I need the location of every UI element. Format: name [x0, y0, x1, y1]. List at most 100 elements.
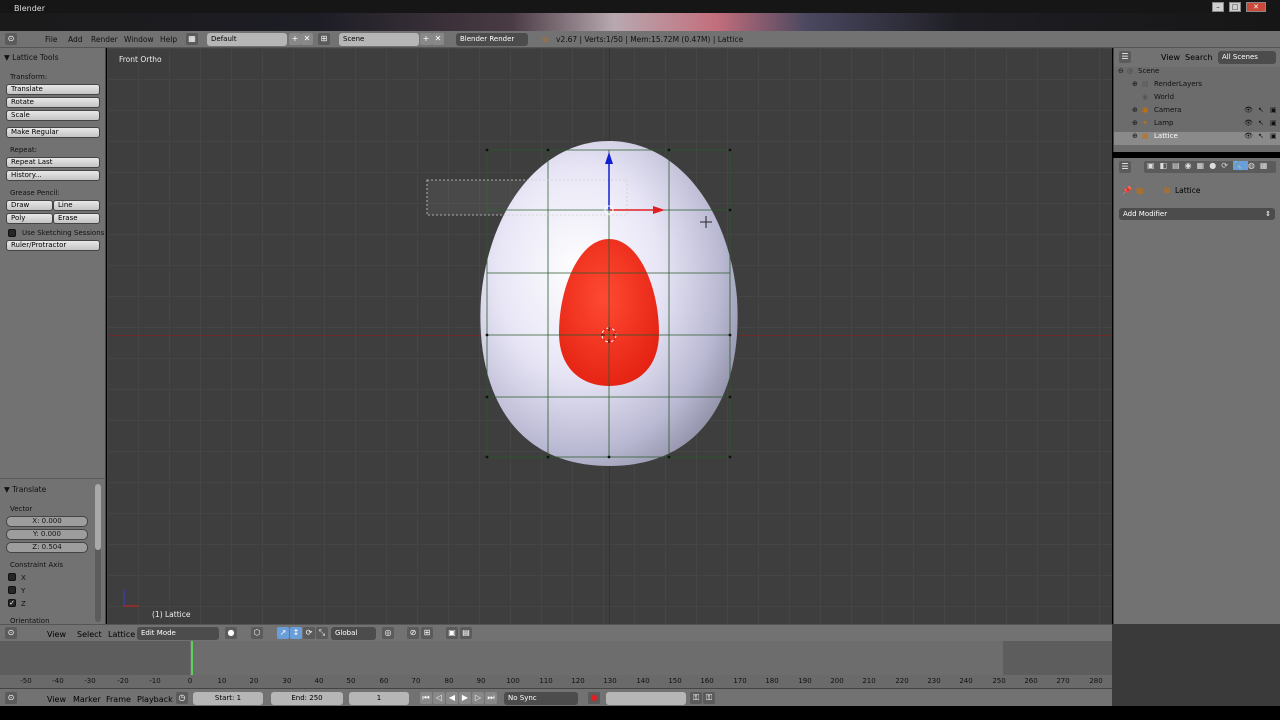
outliner-row-camera[interactable]: ⊕ ▣ Camera 👁 ↖ ▣	[1114, 106, 1280, 119]
cursor-select-icon[interactable]: ↖	[1258, 132, 1264, 140]
grease-poly-button[interactable]: Poly	[6, 213, 53, 224]
view-menu[interactable]: View	[47, 630, 66, 639]
snap-toggle-icon[interactable]: ⊘	[407, 627, 419, 639]
scale-button[interactable]: Scale	[6, 110, 100, 121]
play-reverse-icon[interactable]: ◀	[446, 692, 458, 704]
editor-type-icon[interactable]: ⊙	[5, 33, 17, 45]
delete-keyframe-icon[interactable]: ⚿	[703, 692, 715, 704]
grease-draw-button[interactable]: Draw	[6, 200, 53, 211]
tools-panel-header[interactable]: ▼ Lattice Tools	[4, 53, 59, 62]
outliner-editor-icon[interactable]: ☰	[1119, 51, 1131, 63]
timeline-view-menu[interactable]: View	[47, 695, 66, 704]
jump-start-icon[interactable]: ⏮	[420, 692, 432, 704]
frame-menu[interactable]: Frame	[106, 695, 131, 704]
menu-add[interactable]: Add	[68, 35, 83, 44]
scene-icon[interactable]: ⊞	[318, 33, 330, 45]
3d-viewport[interactable]: Front Ortho (1) Lattice	[107, 48, 1112, 624]
translate-button[interactable]: Translate	[6, 84, 100, 95]
view-editor-icon[interactable]: ⊙	[5, 627, 17, 639]
marker-menu[interactable]: Marker	[73, 695, 101, 704]
modifier-tab-icon[interactable]: 🔧	[1232, 161, 1248, 170]
select-menu[interactable]: Select	[77, 630, 102, 639]
render-icon[interactable]: ▣	[1270, 132, 1277, 140]
pivot-icon[interactable]: ⬡	[251, 627, 263, 639]
outliner-filter-select[interactable]: All Scenes	[1218, 51, 1276, 64]
render-icon[interactable]: ▣	[1270, 106, 1277, 114]
delete-screen-icon[interactable]: ✕	[301, 33, 313, 45]
manipulator-toggle-icon[interactable]: ↗	[277, 627, 289, 639]
cursor-select-icon[interactable]: ↖	[1258, 119, 1264, 127]
jump-keyframe-back-icon[interactable]: ◁	[433, 692, 445, 704]
history-button[interactable]: History...	[6, 170, 100, 181]
eye-icon[interactable]: 👁	[1244, 119, 1253, 127]
properties-editor-icon[interactable]: ☰	[1119, 161, 1131, 173]
snap-element-icon[interactable]: ⊞	[421, 627, 433, 639]
outliner-row-scene[interactable]: ⊖ ◎ Scene	[1114, 67, 1280, 80]
constraint-x-checkbox[interactable]	[8, 573, 16, 581]
end-frame-field[interactable]: End: 250	[271, 692, 343, 705]
render-preview-icon[interactable]: ▣	[446, 627, 458, 639]
menu-file[interactable]: File	[45, 35, 58, 44]
outliner-row-lattice[interactable]: ⊕ ▦ Lattice 👁 ↖ ▣	[1114, 132, 1280, 145]
constraint-z-checkbox[interactable]: ✓	[8, 599, 16, 607]
rotate-button[interactable]: Rotate	[6, 97, 100, 108]
screen-select[interactable]: Default	[207, 33, 287, 46]
maximize-button[interactable]: □	[1229, 2, 1241, 12]
screen-layout-icon[interactable]: ▦	[186, 33, 198, 45]
keying-set-field[interactable]	[606, 692, 686, 705]
outliner-row-lamp[interactable]: ⊕ ✦ Lamp 👁 ↖ ▣	[1114, 119, 1280, 132]
ruler-button[interactable]: Ruler/Protractor	[6, 240, 100, 251]
render-engine-select[interactable]: Blender Render	[456, 33, 528, 46]
repeat-last-button[interactable]: Repeat Last	[6, 157, 100, 168]
jump-end-icon[interactable]: ⏭	[485, 692, 497, 704]
add-screen-icon[interactable]: +	[289, 33, 301, 45]
playback-menu[interactable]: Playback	[137, 695, 173, 704]
render-icon[interactable]: ▣	[1270, 119, 1277, 127]
outliner-row-world[interactable]: ◉ World	[1114, 93, 1280, 106]
mode-select[interactable]: Edit Mode	[137, 627, 219, 640]
timeline-editor-icon[interactable]: ⊙	[5, 692, 17, 704]
make-regular-button[interactable]: Make Regular	[6, 127, 100, 138]
rotate-manipulator-icon[interactable]: ⟳	[303, 627, 315, 639]
timeline[interactable]: -50 -40 -30 -20 -10 0 10 20 30 40 50 60 …	[0, 641, 1112, 688]
scrollbar-thumb[interactable]	[95, 484, 101, 550]
play-icon[interactable]: ▶	[459, 692, 471, 704]
translate-manipulator-icon[interactable]: ↕	[290, 627, 302, 639]
add-modifier-dropdown[interactable]: Add Modifier ⇕	[1119, 208, 1275, 220]
sync-select[interactable]: No Sync	[504, 692, 578, 705]
menu-render[interactable]: Render	[91, 35, 118, 44]
start-frame-field[interactable]: Start: 1	[193, 692, 263, 705]
render-animation-icon[interactable]: ▤	[460, 627, 472, 639]
record-icon[interactable]: ●	[588, 692, 600, 704]
properties-context-tabs[interactable]: ▣◧▤◉▦●⟳🔧◍▦	[1144, 161, 1276, 173]
orientation-select[interactable]: Global	[331, 627, 376, 640]
preview-range-icon[interactable]: ◷	[176, 692, 188, 704]
operator-scrollbar[interactable]	[95, 484, 101, 622]
outliner-row-renderlayers[interactable]: ⊕ ▤ RenderLayers	[1114, 80, 1280, 93]
eye-icon[interactable]: 👁	[1244, 106, 1253, 114]
lattice-menu[interactable]: Lattice	[108, 630, 135, 639]
vector-z-field[interactable]: Z: 0.504	[6, 542, 88, 553]
menu-window[interactable]: Window	[124, 35, 154, 44]
cursor-select-icon[interactable]: ↖	[1258, 106, 1264, 114]
delete-scene-icon[interactable]: ✕	[432, 33, 444, 45]
add-scene-icon[interactable]: +	[420, 33, 432, 45]
sketching-checkbox[interactable]	[8, 229, 16, 237]
operator-panel-header[interactable]: ▼ Translate	[4, 485, 46, 494]
eye-icon[interactable]: 👁	[1244, 132, 1253, 140]
current-frame-field[interactable]: 1	[349, 692, 409, 705]
vector-x-field[interactable]: X: 0.000	[6, 516, 88, 527]
jump-keyframe-forward-icon[interactable]: ▷	[472, 692, 484, 704]
shading-icon[interactable]: ●	[225, 627, 237, 639]
close-button[interactable]: ✕	[1246, 2, 1266, 12]
scale-manipulator-icon[interactable]: ⤡	[316, 627, 328, 639]
grease-line-button[interactable]: Line	[53, 200, 100, 211]
proportional-edit-icon[interactable]: ◎	[382, 627, 394, 639]
minimize-button[interactable]: –	[1212, 2, 1224, 12]
outliner-search-menu[interactable]: Search	[1185, 53, 1212, 62]
outliner-view-menu[interactable]: View	[1161, 53, 1180, 62]
scene-select[interactable]: Scene	[339, 33, 419, 46]
pin-icon[interactable]: 📌	[1122, 186, 1132, 195]
insert-keyframe-icon[interactable]: ⚿	[690, 692, 702, 704]
menu-help[interactable]: Help	[160, 35, 177, 44]
